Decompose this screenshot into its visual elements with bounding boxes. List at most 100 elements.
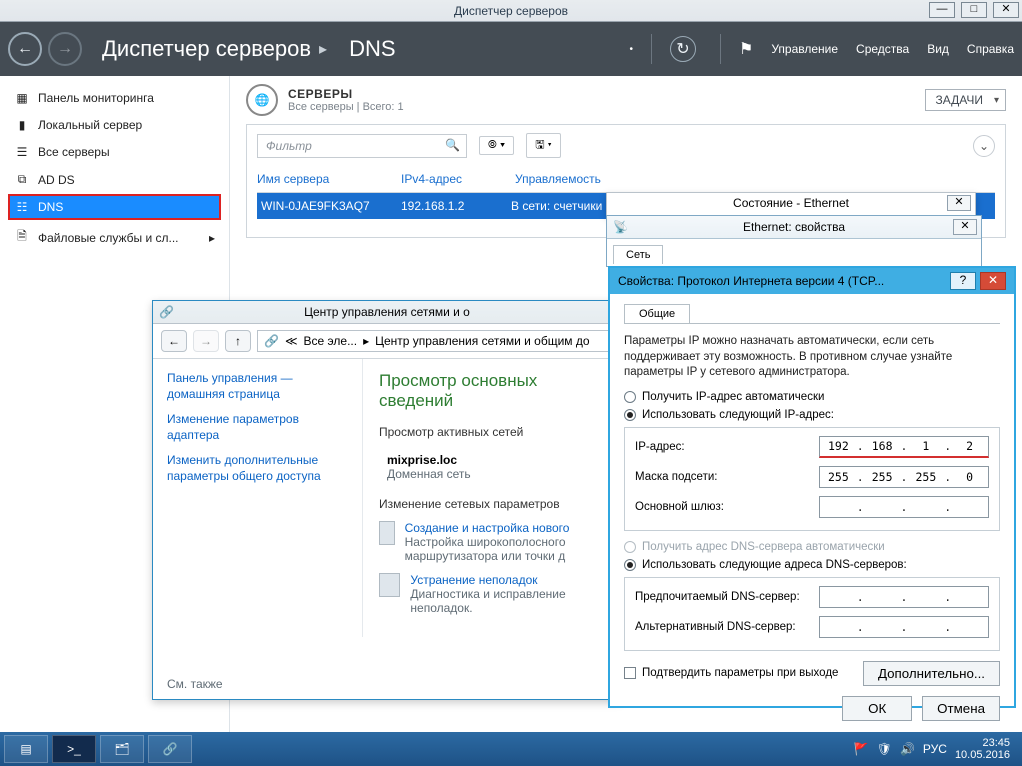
col-ip[interactable]: IPv4-адрес xyxy=(401,172,491,186)
search-icon: 🔍 xyxy=(445,138,460,152)
nc-sec-change: Изменение сетевых параметров xyxy=(379,497,605,511)
advanced-button[interactable]: Дополнительно... xyxy=(863,661,1000,686)
nc-task2-link[interactable]: Устранение неполадок xyxy=(410,573,537,587)
nc-link-sharing[interactable]: Изменить дополнительные параметры общего… xyxy=(167,453,348,484)
menu-view[interactable]: Вид xyxy=(927,42,949,56)
tray-flag-icon[interactable]: 🚩 xyxy=(854,742,869,756)
nc-task2-icon xyxy=(379,573,400,597)
input-ip-address[interactable]: 192. 168. 1. 2 xyxy=(819,436,989,458)
sidebar-item-label: AD DS xyxy=(38,173,75,187)
menu-help[interactable]: Справка xyxy=(967,42,1014,56)
filter-pill-2[interactable]: 🖫 ▾ xyxy=(526,133,561,158)
taskbar: ▤ >_ 🗂 🔗 🚩 🛡 🔊 РУС 23:45 10.05.2016 xyxy=(0,732,1022,766)
sidebar-item-local-server[interactable]: ▮ Локальный сервер xyxy=(8,112,221,138)
nc-task1-icon xyxy=(379,521,395,545)
files-icon: 🗎 xyxy=(14,227,30,248)
nc-address-bar[interactable]: 🔗 ≪ Все эле... ▸ Центр управления сетями… xyxy=(257,330,613,352)
nc-domain: mixprise.loc xyxy=(387,453,605,467)
servers-subtitle: Все серверы | Всего: 1 xyxy=(288,101,404,113)
nc-titlebar: 🔗 Центр управления сетями и о xyxy=(153,301,621,324)
nc-task1-sub: Настройка широкополосного маршрутизатора… xyxy=(405,535,605,563)
nc-task2-sub: Диагностика и исправление неполадок. xyxy=(410,587,605,615)
sidebar-item-file-services[interactable]: 🗎 Файловые службы и сл... ▸ xyxy=(8,221,221,254)
servers-title: СЕРВЕРЫ xyxy=(288,87,404,101)
maximize-button[interactable]: □ xyxy=(961,2,987,18)
col-manageability[interactable]: Управляемость xyxy=(515,172,601,186)
task-explorer[interactable]: 🗂 xyxy=(100,735,144,763)
server-table-header: Имя сервера IPv4-адрес Управляемость xyxy=(257,172,995,193)
input-dns-alternate[interactable]: . . . xyxy=(819,616,989,638)
radio-static-ip[interactable]: Использовать следующий IP-адрес: xyxy=(624,409,1000,421)
expand-button[interactable]: ⌄ xyxy=(973,135,995,157)
col-name[interactable]: Имя сервера xyxy=(257,172,377,186)
checkbox-validate[interactable]: Подтвердить параметры при выходе xyxy=(624,667,838,679)
tcpip-title-text: Свойства: Протокол Интернета версии 4 (T… xyxy=(618,274,884,288)
ethernet-properties-window: 📡 Ethernet: свойства ✕ Сеть xyxy=(606,215,982,267)
menu-tools[interactable]: Средства xyxy=(856,42,909,56)
tray-lang[interactable]: РУС xyxy=(923,742,947,756)
eth-tab-network[interactable]: Сеть xyxy=(613,245,663,264)
task-server-manager[interactable]: ▤ xyxy=(4,735,48,763)
breadcrumb-root[interactable]: Диспетчер серверов xyxy=(102,36,311,62)
servers-icon: ☰ xyxy=(14,145,30,159)
breadcrumb-current: DNS xyxy=(349,36,395,62)
globe-icon: 🌐 xyxy=(246,84,278,116)
input-dns-preferred[interactable]: . . . xyxy=(819,586,989,608)
sidebar-item-dns[interactable]: ☷ DNS xyxy=(8,194,221,220)
nc-title-icon: 🔗 xyxy=(159,305,174,319)
nc-link-home[interactable]: Панель управления — домашняя страница xyxy=(167,371,348,402)
chevron-down-icon: ▾ xyxy=(994,95,999,106)
forward-button[interactable]: → xyxy=(48,32,82,66)
back-button[interactable]: ← xyxy=(8,32,42,66)
close-button[interactable]: ✕ xyxy=(993,2,1019,18)
tcpip-close-button[interactable]: ✕ xyxy=(980,272,1006,290)
radio-icon xyxy=(624,409,636,421)
window-titlebar: Диспетчер серверов — □ ✕ xyxy=(0,0,1022,22)
sidebar-item-label: DNS xyxy=(38,200,63,214)
help-button[interactable]: ? xyxy=(950,272,976,290)
radio-auto-ip[interactable]: Получить IP-адрес автоматически xyxy=(624,391,1000,403)
eth-close-button[interactable]: ✕ xyxy=(953,219,977,235)
nc-navrow: ← → ↑ 🔗 ≪ Все эле... ▸ Центр управления … xyxy=(153,324,621,359)
tray-sound-icon[interactable]: 🔊 xyxy=(900,742,915,756)
task-powershell[interactable]: >_ xyxy=(52,735,96,763)
tcpip-tab-general[interactable]: Общие xyxy=(624,304,690,323)
filter-input[interactable]: Фильтр 🔍 xyxy=(257,134,467,158)
cell-ip: 192.168.1.2 xyxy=(397,199,487,213)
input-subnet-mask[interactable]: 255. 255. 255. 0 xyxy=(819,466,989,488)
radio-static-dns[interactable]: Использовать следующие адреса DNS-сервер… xyxy=(624,559,1000,571)
nc-back-button[interactable]: ← xyxy=(161,330,187,352)
label-dns1: Предпочитаемый DNS-сервер: xyxy=(635,591,805,603)
nc-domain-sub: Доменная сеть xyxy=(387,467,605,481)
tcpip-titlebar: Свойства: Протокол Интернета версии 4 (T… xyxy=(610,268,1014,294)
sidebar-item-all-servers[interactable]: ☰ Все серверы xyxy=(8,139,221,165)
tray-shield-icon[interactable]: 🛡 xyxy=(877,742,892,756)
nc-link-adapter[interactable]: Изменение параметров адаптера xyxy=(167,412,348,443)
tasks-dropdown[interactable]: ЗАДАЧИ▾ xyxy=(925,89,1006,111)
window-title: Диспетчер серверов xyxy=(454,4,568,18)
flag-icon[interactable]: ⚑ xyxy=(739,39,753,59)
sidebar-item-label: Файловые службы и сл... xyxy=(38,231,179,245)
eth-title-text: Ethernet: свойства xyxy=(743,220,845,234)
server-icon: ▮ xyxy=(14,118,30,132)
nc-up-button[interactable]: ↑ xyxy=(225,330,251,352)
ok-button[interactable]: ОК xyxy=(842,696,912,721)
task-network-center[interactable]: 🔗 xyxy=(148,735,192,763)
sidebar-item-dashboard[interactable]: ▦ Панель мониторинга xyxy=(8,85,221,111)
checkbox-icon xyxy=(624,667,636,679)
sidebar-item-adds[interactable]: ⧉ AD DS xyxy=(8,166,221,193)
nc-title: Центр управления сетями и о xyxy=(304,305,470,319)
nc-left-pane: Панель управления — домашняя страница Из… xyxy=(153,359,363,637)
nc-task1-link[interactable]: Создание и настройка нового xyxy=(405,521,570,535)
cancel-button[interactable]: Отмена xyxy=(922,696,1000,721)
refresh-icon[interactable]: ↻ xyxy=(670,36,696,62)
input-gateway[interactable]: . . . xyxy=(819,496,989,518)
tray-clock[interactable]: 23:45 10.05.2016 xyxy=(955,737,1010,761)
status-close-button[interactable]: ✕ xyxy=(947,195,971,211)
nc-addr-icon: 🔗 xyxy=(264,334,279,348)
menu-manage[interactable]: Управление xyxy=(771,42,838,56)
label-gateway: Основной шлюз: xyxy=(635,501,805,513)
nc-forward-button[interactable]: → xyxy=(193,330,219,352)
filter-pill-1[interactable]: ⦾ ▾ xyxy=(479,136,514,155)
minimize-button[interactable]: — xyxy=(929,2,955,18)
